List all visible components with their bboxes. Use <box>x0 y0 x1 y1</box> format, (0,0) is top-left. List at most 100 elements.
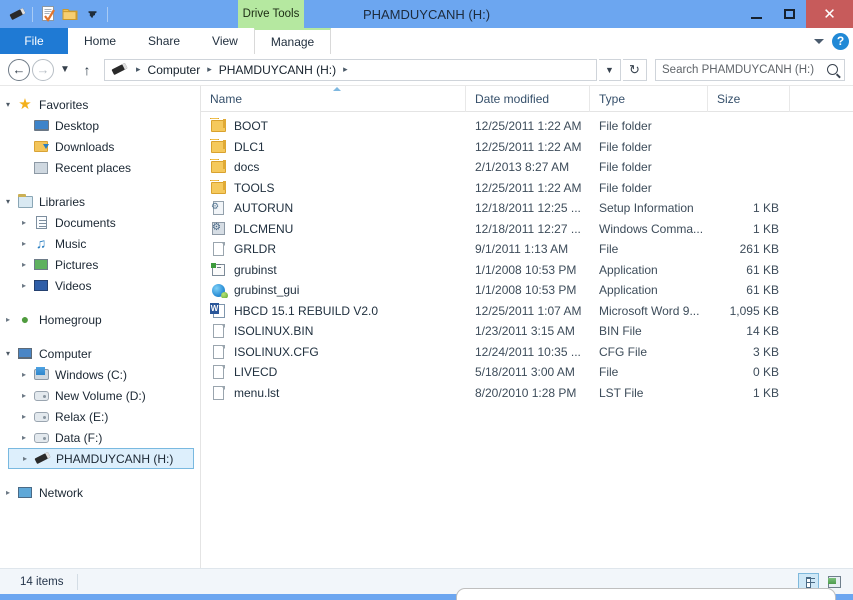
sidebar-item-new-volume-d[interactable]: ▸ New Volume (D:) <box>0 385 200 406</box>
watermark-overlay: hocweb.com.vn <box>456 588 836 600</box>
recent-places-icon <box>32 160 50 176</box>
search-input[interactable]: Search PHAMDUYCANH (H:) <box>655 58 845 81</box>
tab-view[interactable]: View <box>196 28 254 54</box>
cell-type: Setup Information <box>599 201 694 216</box>
customize-qat-icon[interactable] <box>81 3 103 25</box>
cell-name[interactable]: grubinst <box>201 262 466 278</box>
recent-locations-button[interactable]: ▼ <box>56 59 74 81</box>
expander-closed-icon[interactable]: ▸ <box>16 239 32 248</box>
column-header-date-modified[interactable]: Date modified <box>466 85 590 112</box>
table-row[interactable]: DLCMENU 12/18/2011 12:27 ... Windows Comma… <box>201 219 853 240</box>
table-row[interactable]: LIVECD 5/18/2011 3:00 AM File 0 KB <box>201 362 853 383</box>
cell-name[interactable]: GRLDR <box>201 241 466 257</box>
cell-name[interactable]: grubinst_gui <box>201 282 466 298</box>
refresh-icon[interactable]: ↻ <box>623 58 647 81</box>
close-button[interactable]: ✕ <box>806 0 853 28</box>
sidebar-item-favorites[interactable]: ▾ ★ Favorites <box>0 94 200 115</box>
expander-closed-icon[interactable]: ▸ <box>16 218 32 227</box>
file-rows[interactable]: BOOT 12/25/2011 1:22 AM File folder DLC1 12/… <box>201 112 853 568</box>
chevron-down-icon[interactable]: ▼ <box>599 58 621 81</box>
table-row[interactable]: grubinst_gui 1/1/2008 10:53 PM Application… <box>201 280 853 301</box>
sidebar-item-documents[interactable]: ▸ Documents <box>0 212 200 233</box>
sidebar-item-network[interactable]: ▸ Network <box>0 482 200 503</box>
minimize-button[interactable] <box>740 0 773 28</box>
navigation-pane[interactable]: ▾ ★ Favorites Desktop Downloads Recent p… <box>0 86 200 568</box>
sidebar-item-recent-places[interactable]: Recent places <box>0 157 200 178</box>
sidebar-item-music[interactable]: ▸ ♫ Music <box>0 233 200 254</box>
sidebar-item-desktop[interactable]: Desktop <box>0 115 200 136</box>
properties-icon[interactable] <box>37 3 59 25</box>
cell-name[interactable]: DLCMENU <box>201 221 466 237</box>
expander-open-icon[interactable]: ▾ <box>0 100 16 109</box>
sidebar-item-homegroup[interactable]: ▸ ● Homegroup <box>0 309 200 330</box>
forward-button[interactable]: → <box>32 58 54 81</box>
sidebar-item-pictures[interactable]: ▸ Pictures <box>0 254 200 275</box>
cell-name[interactable]: LIVECD <box>201 364 466 380</box>
cell-name[interactable]: TOOLS <box>201 180 466 196</box>
expander-closed-icon[interactable]: ▸ <box>16 281 32 290</box>
column-header-type[interactable]: Type <box>590 85 708 112</box>
table-row[interactable]: ISOLINUX.BIN 1/23/2011 3:15 AM BIN File 14 … <box>201 321 853 342</box>
sidebar-item-relax-e[interactable]: ▸ Relax (E:) <box>0 406 200 427</box>
table-row[interactable]: BOOT 12/25/2011 1:22 AM File folder <box>201 116 853 137</box>
generic-file-icon <box>210 364 227 380</box>
table-row[interactable]: menu.lst 8/20/2010 1:28 PM LST File 1 KB <box>201 383 853 404</box>
column-header-name[interactable]: Name <box>201 85 466 112</box>
expander-open-icon[interactable]: ▾ <box>0 349 16 358</box>
breadcrumb-separator-1[interactable]: ▸ <box>203 64 216 75</box>
cell-name[interactable]: BOOT <box>201 118 466 134</box>
table-row[interactable]: HBCD 15.1 REBUILD V2.0 12/25/2011 1:07 AM… <box>201 301 853 322</box>
usb-drive-icon[interactable] <box>6 3 28 25</box>
breadcrumb-separator-2[interactable]: ▸ <box>339 64 352 75</box>
back-button[interactable]: ← <box>8 58 30 81</box>
sidebar-item-phamduycanh-h[interactable]: ▸ PHAMDUYCANH (H:) <box>8 448 194 469</box>
sidebar-item-libraries[interactable]: ▾ Libraries <box>0 191 200 212</box>
cell-name[interactable]: ISOLINUX.CFG <box>201 344 466 360</box>
help-icon[interactable]: ? <box>832 32 849 50</box>
table-row[interactable]: AUTORUN 12/18/2011 12:25 ... Setup Informa… <box>201 198 853 219</box>
music-icon: ♫ <box>35 235 47 251</box>
expander-closed-icon[interactable]: ▸ <box>16 391 32 400</box>
cell-name[interactable]: docs <box>201 159 466 175</box>
expander-closed-icon[interactable]: ▸ <box>17 454 33 463</box>
cell-name[interactable]: menu.lst <box>201 385 466 401</box>
breadcrumb[interactable]: ▸ Computer ▸ PHAMDUYCANH (H:) ▸ <box>104 58 597 81</box>
sidebar-item-videos[interactable]: ▸ Videos <box>0 275 200 296</box>
sidebar-item-computer[interactable]: ▾ Computer <box>0 343 200 364</box>
cell-name[interactable]: HBCD 15.1 REBUILD V2.0 <box>201 303 466 319</box>
breadcrumb-separator-0[interactable]: ▸ <box>132 64 145 75</box>
cell-name[interactable]: AUTORUN <box>201 200 466 216</box>
sidebar-item-windows-c[interactable]: ▸ Windows (C:) <box>0 364 200 385</box>
expander-closed-icon[interactable]: ▸ <box>0 315 16 324</box>
expander-open-icon[interactable]: ▾ <box>0 197 16 206</box>
tab-share[interactable]: Share <box>132 28 196 54</box>
sidebar-label: Documents <box>55 215 116 230</box>
cell-name[interactable]: DLC1 <box>201 139 466 155</box>
table-row[interactable]: DLC1 12/25/2011 1:22 AM File folder <box>201 137 853 158</box>
table-row[interactable]: GRLDR 9/1/2011 1:13 AM File 261 KB <box>201 239 853 260</box>
breadcrumb-item-computer[interactable]: Computer <box>145 63 204 77</box>
tab-manage[interactable]: Manage <box>253 28 332 54</box>
sidebar-item-downloads[interactable]: Downloads <box>0 136 200 157</box>
table-row[interactable]: docs 2/1/2013 8:27 AM File folder <box>201 157 853 178</box>
table-row[interactable]: ISOLINUX.CFG 12/24/2011 10:35 ... CFG File… <box>201 342 853 363</box>
contextual-tab-drive-tools[interactable]: Drive Tools <box>238 0 304 28</box>
table-row[interactable]: TOOLS 12/25/2011 1:22 AM File folder <box>201 178 853 199</box>
expander-closed-icon[interactable]: ▸ <box>16 370 32 379</box>
minimize-icon <box>751 16 762 19</box>
new-folder-icon[interactable] <box>59 3 81 25</box>
tab-home[interactable]: Home <box>68 28 132 54</box>
sidebar-item-data-f[interactable]: ▸ Data (F:) <box>0 427 200 448</box>
up-button[interactable]: ↑ <box>76 59 98 81</box>
column-header-size[interactable]: Size <box>708 85 790 112</box>
table-row[interactable]: grubinst 1/1/2008 10:53 PM Application 61 K… <box>201 260 853 281</box>
expander-closed-icon[interactable]: ▸ <box>16 433 32 442</box>
expander-closed-icon[interactable]: ▸ <box>0 488 16 497</box>
breadcrumb-item-drive[interactable]: PHAMDUYCANH (H:) <box>216 63 339 77</box>
cell-name[interactable]: ISOLINUX.BIN <box>201 323 466 339</box>
expander-closed-icon[interactable]: ▸ <box>16 260 32 269</box>
maximize-button[interactable] <box>773 0 806 28</box>
tab-file[interactable]: File <box>0 28 68 54</box>
chevron-down-icon[interactable] <box>814 38 824 44</box>
expander-closed-icon[interactable]: ▸ <box>16 412 32 421</box>
